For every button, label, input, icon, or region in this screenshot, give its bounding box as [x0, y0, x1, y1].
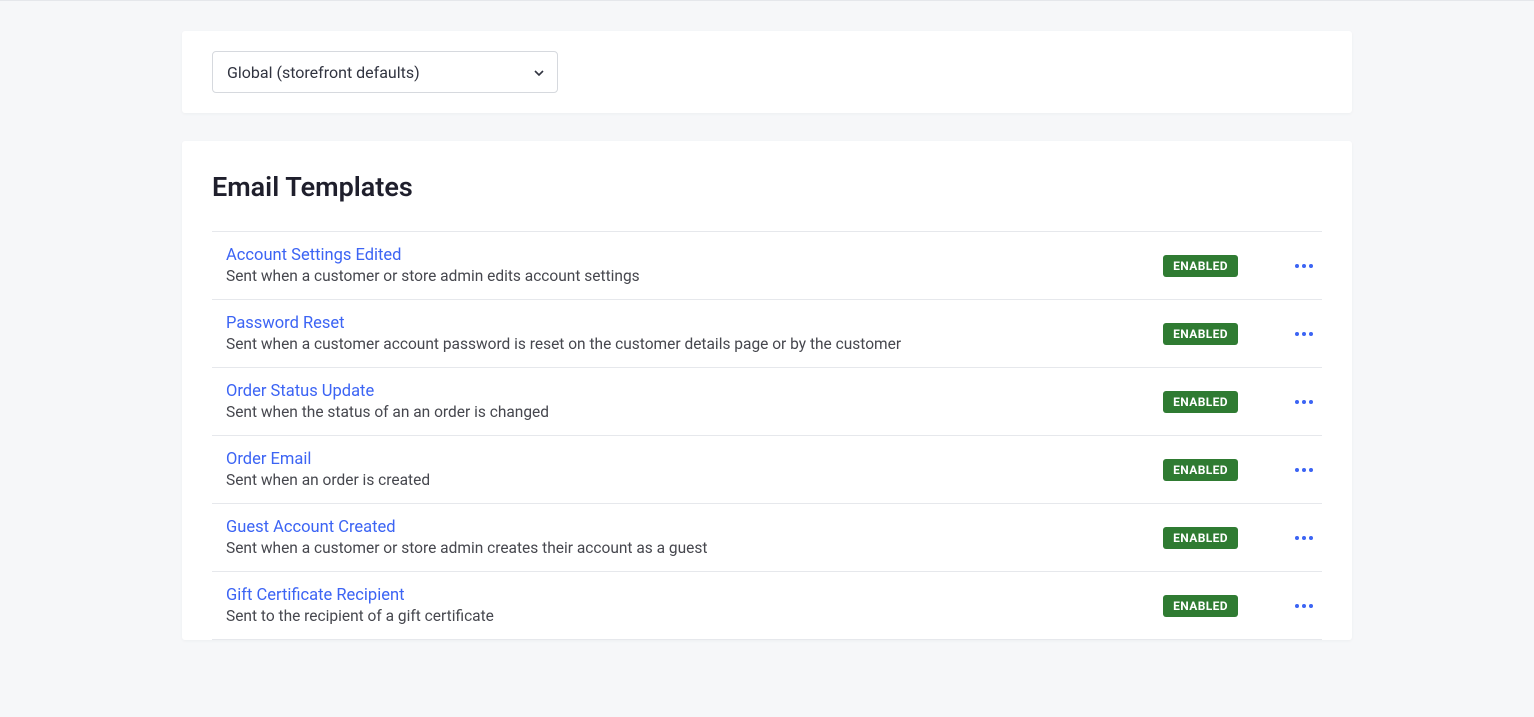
template-row: Gift Certificate Recipient Sent to the r…: [212, 572, 1322, 640]
template-row: Order Email Sent when an order is create…: [212, 436, 1322, 504]
template-desc: Sent when a customer account password is…: [226, 335, 1163, 353]
template-info: Password Reset Sent when a customer acco…: [226, 314, 1163, 353]
more-actions-button[interactable]: [1286, 393, 1322, 411]
scope-selector-card: Global (storefront defaults): [182, 31, 1352, 113]
ellipsis-icon: [1294, 331, 1314, 337]
more-actions-button[interactable]: [1286, 257, 1322, 275]
status-badge: ENABLED: [1163, 391, 1238, 413]
more-actions-button[interactable]: [1286, 461, 1322, 479]
template-list: Account Settings Edited Sent when a cust…: [212, 231, 1322, 640]
more-actions-button[interactable]: [1286, 597, 1322, 615]
template-link[interactable]: Account Settings Edited: [226, 246, 401, 265]
template-link[interactable]: Order Status Update: [226, 382, 374, 401]
more-actions-button[interactable]: [1286, 325, 1322, 343]
template-info: Gift Certificate Recipient Sent to the r…: [226, 586, 1163, 625]
template-desc: Sent when an order is created: [226, 471, 1163, 489]
scope-select-value: Global (storefront defaults): [227, 63, 420, 82]
ellipsis-icon: [1294, 399, 1314, 405]
status-badge: ENABLED: [1163, 527, 1238, 549]
template-desc: Sent when the status of an an order is c…: [226, 403, 1163, 421]
ellipsis-icon: [1294, 603, 1314, 609]
template-link[interactable]: Order Email: [226, 450, 311, 469]
template-info: Guest Account Created Sent when a custom…: [226, 518, 1163, 557]
template-link[interactable]: Gift Certificate Recipient: [226, 586, 404, 605]
template-desc: Sent when a customer or store admin crea…: [226, 539, 1163, 557]
ellipsis-icon: [1294, 263, 1314, 269]
template-desc: Sent when a customer or store admin edit…: [226, 267, 1163, 285]
scope-select[interactable]: Global (storefront defaults): [212, 51, 558, 93]
status-badge: ENABLED: [1163, 255, 1238, 277]
status-badge: ENABLED: [1163, 323, 1238, 345]
template-link[interactable]: Password Reset: [226, 314, 345, 333]
template-link[interactable]: Guest Account Created: [226, 518, 396, 537]
status-badge: ENABLED: [1163, 595, 1238, 617]
email-templates-card: Email Templates Account Settings Edited …: [182, 141, 1352, 640]
ellipsis-icon: [1294, 467, 1314, 473]
more-actions-button[interactable]: [1286, 529, 1322, 547]
template-row: Order Status Update Sent when the status…: [212, 368, 1322, 436]
template-info: Order Status Update Sent when the status…: [226, 382, 1163, 421]
template-info: Account Settings Edited Sent when a cust…: [226, 246, 1163, 285]
template-desc: Sent to the recipient of a gift certific…: [226, 607, 1163, 625]
section-title: Email Templates: [212, 171, 1322, 203]
template-info: Order Email Sent when an order is create…: [226, 450, 1163, 489]
template-row: Account Settings Edited Sent when a cust…: [212, 232, 1322, 300]
ellipsis-icon: [1294, 535, 1314, 541]
status-badge: ENABLED: [1163, 459, 1238, 481]
template-row: Password Reset Sent when a customer acco…: [212, 300, 1322, 368]
template-row: Guest Account Created Sent when a custom…: [212, 504, 1322, 572]
